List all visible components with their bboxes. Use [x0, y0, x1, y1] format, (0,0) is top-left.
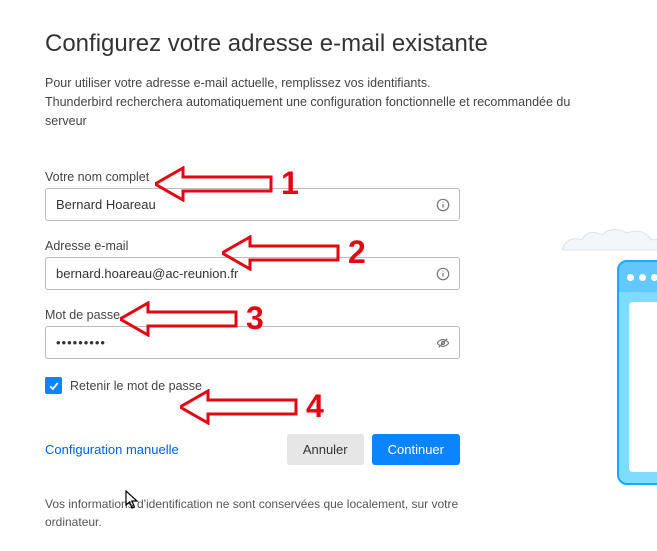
info-icon[interactable] — [436, 198, 450, 212]
cloud-decoration — [557, 225, 657, 255]
name-input[interactable] — [45, 188, 460, 221]
email-label: Adresse e-mail — [45, 239, 612, 253]
remember-checkbox[interactable] — [45, 377, 62, 394]
email-input[interactable] — [45, 257, 460, 290]
intro-line1: Pour utiliser votre adresse e-mail actue… — [45, 74, 612, 93]
remember-label: Retenir le mot de passe — [70, 379, 202, 393]
cancel-button[interactable]: Annuler — [287, 434, 364, 465]
password-field-group: Mot de passe — [45, 308, 612, 359]
intro-line2: Thunderbird recherchera automatiquement … — [45, 93, 612, 131]
mouse-cursor-icon — [125, 490, 141, 510]
browser-illustration — [617, 260, 657, 485]
password-label: Mot de passe — [45, 308, 612, 322]
remember-password-row: Retenir le mot de passe — [45, 377, 612, 394]
password-input[interactable] — [45, 326, 460, 359]
intro-text: Pour utiliser votre adresse e-mail actue… — [45, 74, 612, 130]
actions-row: Configuration manuelle Annuler Continuer — [45, 434, 460, 465]
eye-crossed-icon[interactable] — [436, 336, 450, 350]
email-field-group: Adresse e-mail — [45, 239, 612, 290]
page-title: Configurez votre adresse e-mail existant… — [45, 30, 612, 58]
manual-config-link[interactable]: Configuration manuelle — [45, 442, 179, 457]
footer-text: Vos informations d'identification ne son… — [45, 495, 505, 531]
name-label: Votre nom complet — [45, 170, 612, 184]
info-icon[interactable] — [436, 267, 450, 281]
continue-button[interactable]: Continuer — [372, 434, 460, 465]
name-field-group: Votre nom complet — [45, 170, 612, 221]
